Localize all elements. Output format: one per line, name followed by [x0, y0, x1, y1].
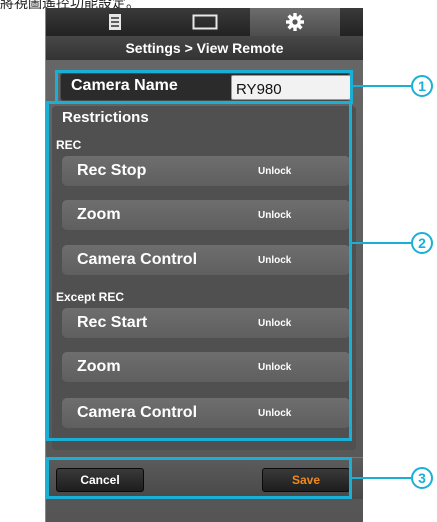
tab-list[interactable]	[70, 8, 160, 36]
callout-marker-1: 1	[411, 75, 433, 97]
callout-line-2	[352, 242, 411, 244]
tab-screen[interactable]	[160, 8, 250, 36]
callout-line-1	[353, 85, 411, 87]
list-icon	[108, 14, 121, 30]
page-title: Settings > View Remote	[125, 40, 284, 56]
tab-settings[interactable]	[249, 8, 340, 36]
gear-icon	[285, 13, 304, 31]
callout-box-3	[46, 457, 352, 499]
screen-header: Settings > View Remote	[46, 36, 363, 60]
callout-box-2	[46, 101, 352, 441]
callout-marker-2: 2	[411, 232, 433, 254]
callout-marker-3: 3	[411, 467, 433, 489]
callout-box-1	[55, 70, 353, 104]
tab-bar	[46, 8, 363, 36]
screen-icon	[192, 14, 217, 30]
callout-line-3	[352, 477, 411, 479]
